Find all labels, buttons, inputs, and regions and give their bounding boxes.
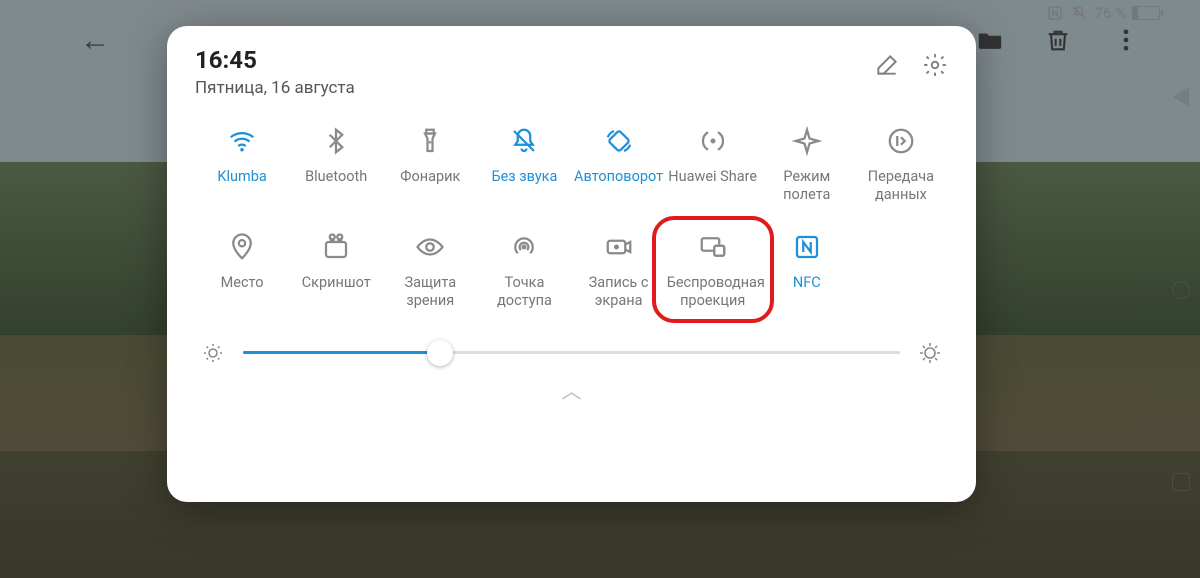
brightness-slider[interactable] — [195, 341, 948, 365]
nfc-icon — [790, 230, 824, 264]
tile-mute[interactable]: Без звука — [477, 120, 571, 208]
tile-nfc[interactable]: NFC — [760, 226, 854, 314]
bluetooth-icon — [319, 124, 353, 158]
brightness-thumb[interactable] — [427, 340, 453, 366]
tile-airplane[interactable]: Режим полета — [760, 120, 854, 208]
nav-back-icon[interactable] — [1173, 87, 1189, 107]
tile-label: Скриншот — [302, 274, 371, 292]
airplane-icon — [790, 124, 824, 158]
autorotate-icon — [602, 124, 636, 158]
tile-eyecare[interactable]: Защита зрения — [383, 226, 477, 314]
wifi-icon — [225, 124, 259, 158]
tile-label: Защита зрения — [384, 274, 476, 310]
data-icon — [884, 124, 918, 158]
eyecare-icon — [413, 230, 447, 264]
tile-label: Без звука — [491, 168, 557, 186]
screenshot-icon — [319, 230, 353, 264]
tile-screenshot[interactable]: Скриншот — [289, 226, 383, 314]
location-icon — [225, 230, 259, 264]
tile-label: Место — [221, 274, 264, 292]
tile-bluetooth[interactable]: Bluetooth — [289, 120, 383, 208]
tile-hotspot[interactable]: Точка доступа — [477, 226, 571, 314]
edit-icon[interactable] — [874, 52, 900, 78]
hotspot-icon — [507, 230, 541, 264]
tile-wifi[interactable]: Klumba — [195, 120, 289, 208]
tile-cast[interactable]: Беспроводная проекция — [666, 226, 760, 314]
quick-settings-panel: 16:45 Пятница, 16 августа Klumba Bluetoot… — [167, 26, 976, 502]
screenrec-icon — [602, 230, 636, 264]
nav-home-icon[interactable] — [1172, 281, 1190, 299]
back-arrow-icon[interactable]: ← — [80, 23, 110, 58]
cast-icon — [696, 230, 730, 264]
tile-label: Точка доступа — [478, 274, 570, 310]
tile-label: Запись с экрана — [573, 274, 665, 310]
tile-screenrec[interactable]: Запись с экрана — [572, 226, 666, 314]
tile-location[interactable]: Место — [195, 226, 289, 314]
tile-label: Режим полета — [761, 168, 853, 204]
folder-icon[interactable] — [976, 26, 1004, 54]
expand-chevron-icon[interactable]: ︿ — [562, 375, 582, 404]
nav-recent-icon[interactable] — [1172, 473, 1190, 491]
tile-flashlight[interactable]: Фонарик — [383, 120, 477, 208]
tile-label: Автоповорот — [574, 168, 663, 186]
huaweishare-icon — [696, 124, 730, 158]
tile-label: Беспроводная проекция — [667, 274, 759, 310]
trash-icon[interactable] — [1044, 26, 1072, 54]
panel-date: Пятница, 16 августа — [195, 78, 355, 98]
more-icon[interactable] — [1112, 26, 1140, 54]
gear-icon[interactable] — [922, 52, 948, 78]
tiles-grid: Klumba Bluetooth Фонарик Без звука Автоповор… — [195, 120, 948, 315]
tile-huaweishare[interactable]: Huawei Share — [666, 120, 760, 208]
flashlight-icon — [413, 124, 447, 158]
tile-label: Huawei Share — [668, 168, 757, 186]
tile-label: Bluetooth — [305, 168, 367, 186]
brightness-low-icon — [201, 341, 225, 365]
tile-label: NFC — [793, 274, 821, 292]
brightness-track[interactable] — [243, 351, 900, 354]
tile-autorotate[interactable]: Автоповорот — [572, 120, 666, 208]
tile-label: Klumba — [217, 168, 266, 186]
panel-time: 16:45 — [195, 46, 355, 74]
tile-label: Фонарик — [400, 168, 460, 186]
tile-data[interactable]: Передача данных — [854, 120, 948, 208]
brightness-high-icon — [918, 341, 942, 365]
tile-label: Передача данных — [855, 168, 947, 204]
mute-icon — [507, 124, 541, 158]
system-nav-bar — [1162, 0, 1200, 578]
